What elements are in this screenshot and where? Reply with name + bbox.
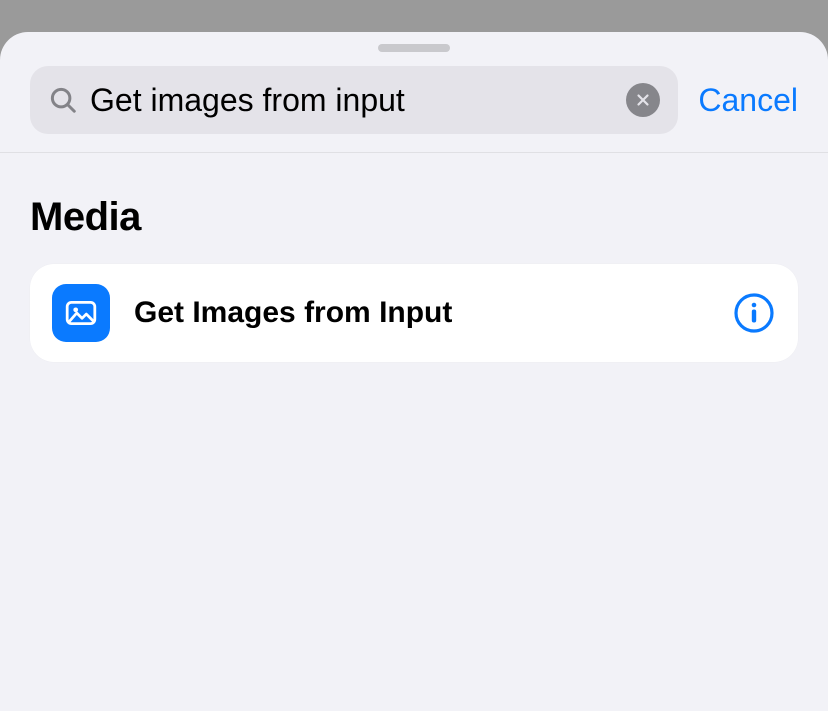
action-row[interactable]: Get Images from Input <box>30 264 798 362</box>
search-field[interactable] <box>30 66 678 134</box>
clear-search-button[interactable] <box>626 83 660 117</box>
cancel-button[interactable]: Cancel <box>698 82 798 119</box>
action-title: Get Images from Input <box>134 296 708 330</box>
info-button[interactable] <box>732 291 776 335</box>
results-content: Media Get Images from Input <box>0 153 828 362</box>
search-icon <box>48 85 78 115</box>
sheet-grabber[interactable] <box>378 44 450 52</box>
search-header: Cancel <box>0 60 828 153</box>
section-heading-media: Media <box>30 195 798 240</box>
search-sheet: Cancel Media Get Images from Input <box>0 32 828 711</box>
photo-icon <box>52 284 110 342</box>
search-input[interactable] <box>90 82 614 119</box>
